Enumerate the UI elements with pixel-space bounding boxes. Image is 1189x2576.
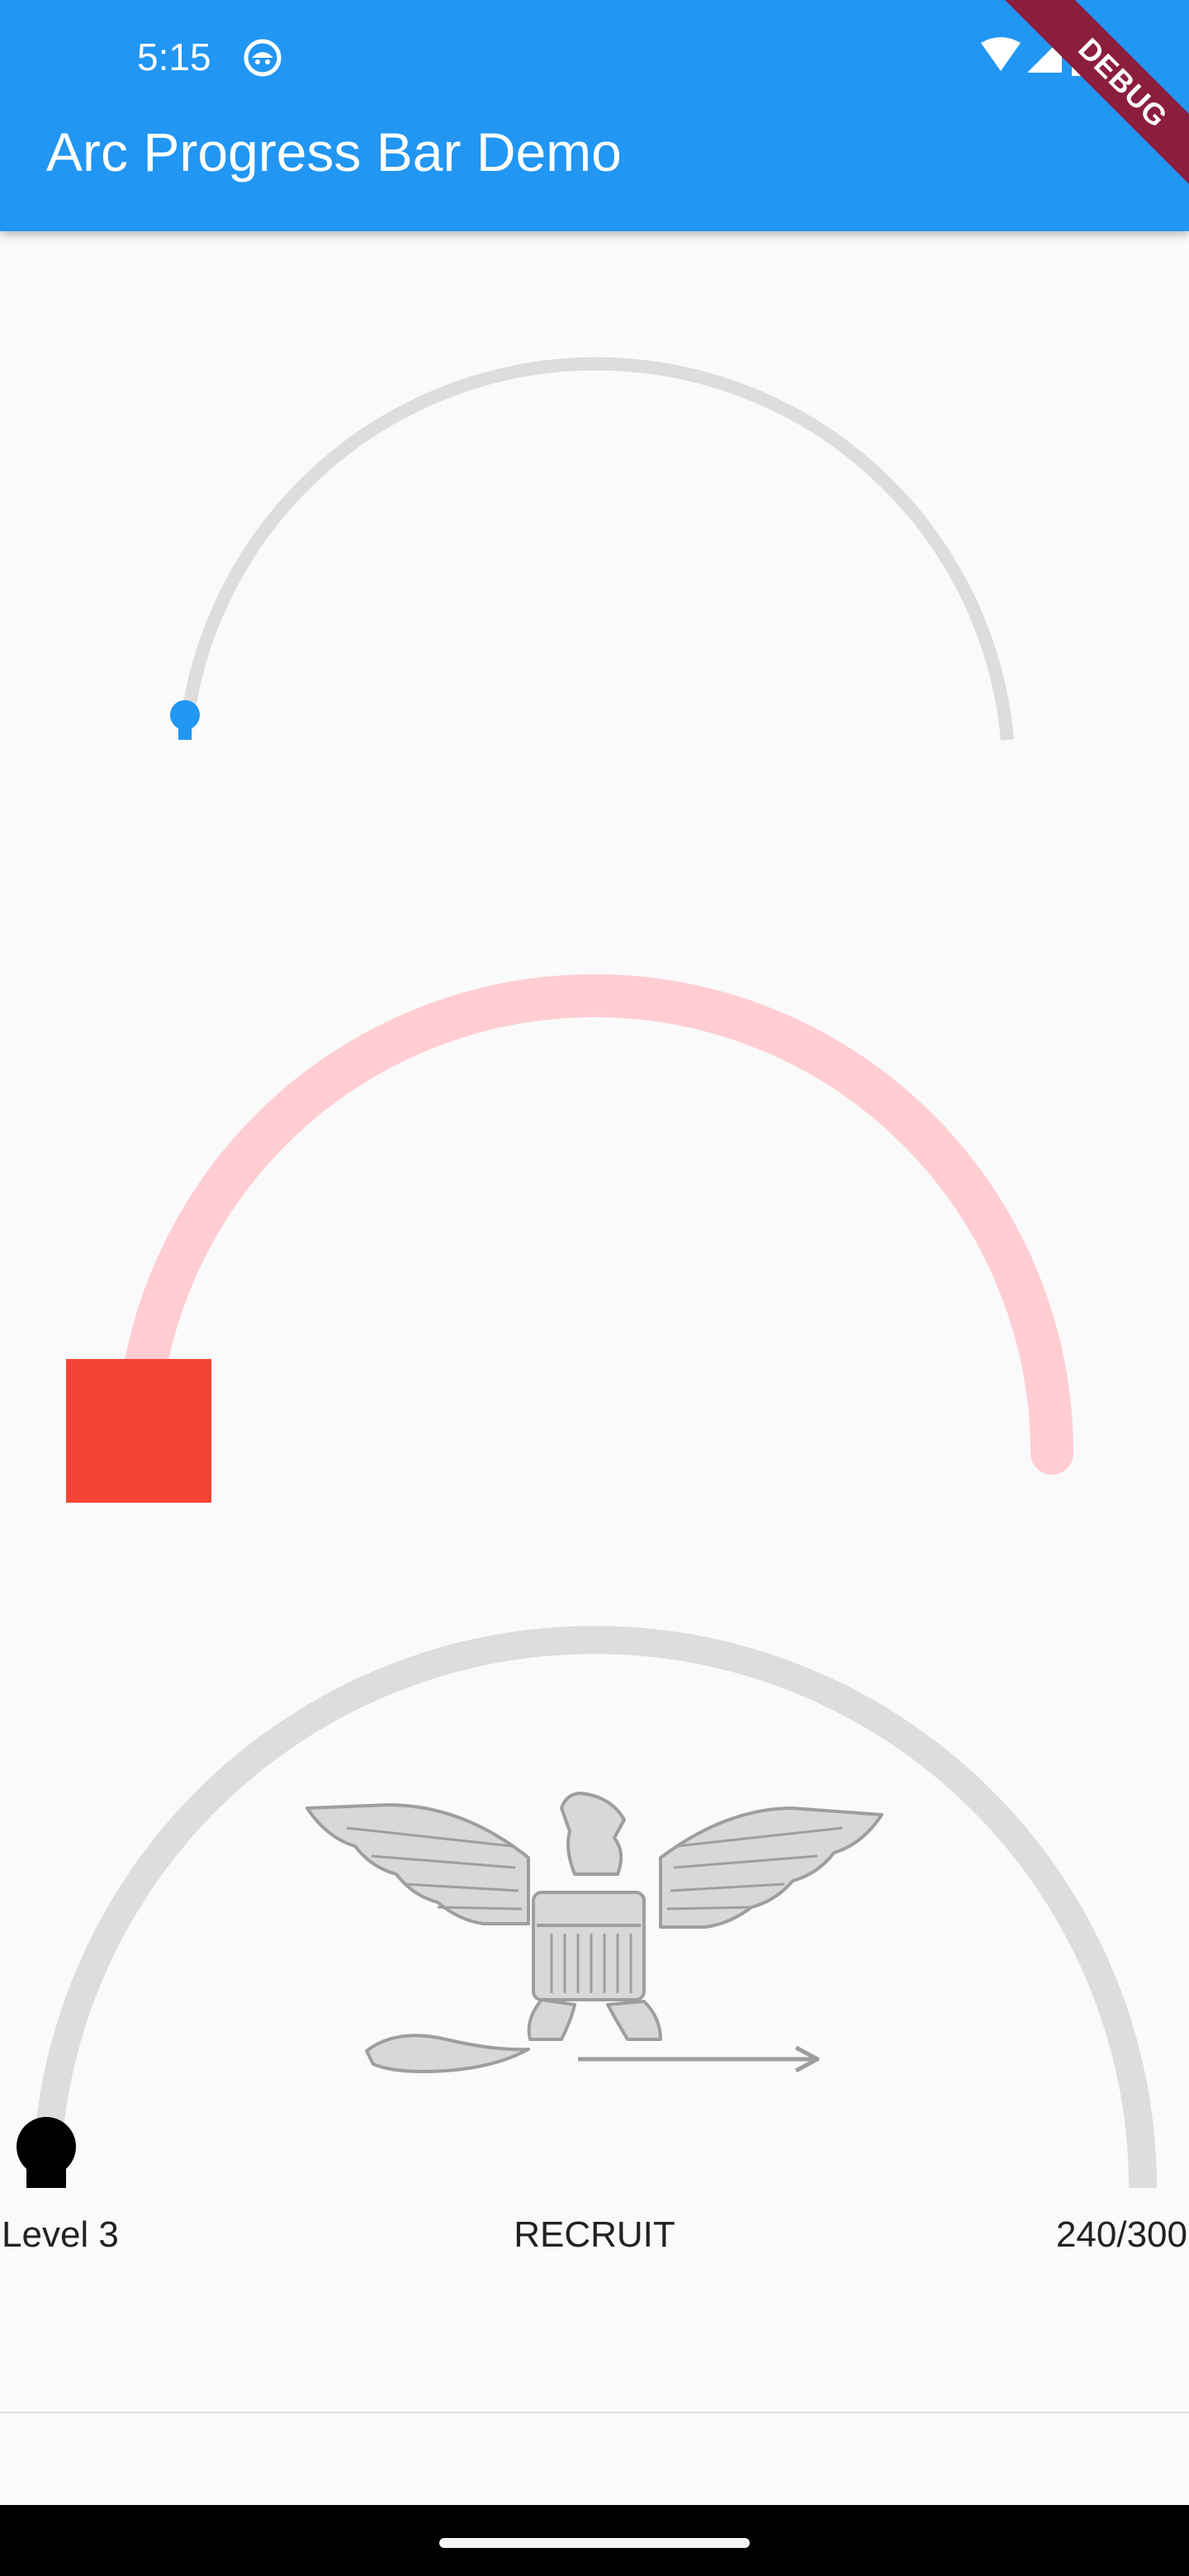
- debug-banner: DEBUG: [1000, 0, 1189, 206]
- system-navigation-bar: [0, 2505, 1189, 2576]
- divider: [0, 2412, 1189, 2413]
- app-bar: 5:15 Arc Progress Bar Demo DEBUG: [0, 0, 1189, 231]
- app-notification-icon: [244, 39, 282, 77]
- level-label: Level 3: [2, 2214, 119, 2255]
- rank-label: RECRUIT: [514, 2214, 675, 2255]
- home-gesture-handle[interactable]: [439, 2538, 750, 2548]
- arc-progress-bar-3[interactable]: [0, 0, 1189, 2576]
- wifi-icon: [981, 37, 1021, 71]
- location-pin-icon[interactable]: [17, 2117, 76, 2188]
- page-title: Arc Progress Bar Demo: [46, 121, 622, 182]
- status-time: 5:15: [137, 36, 211, 78]
- progress-value-label: 240/300: [1055, 2214, 1187, 2255]
- eagle-insignia-icon: [306, 1792, 883, 2073]
